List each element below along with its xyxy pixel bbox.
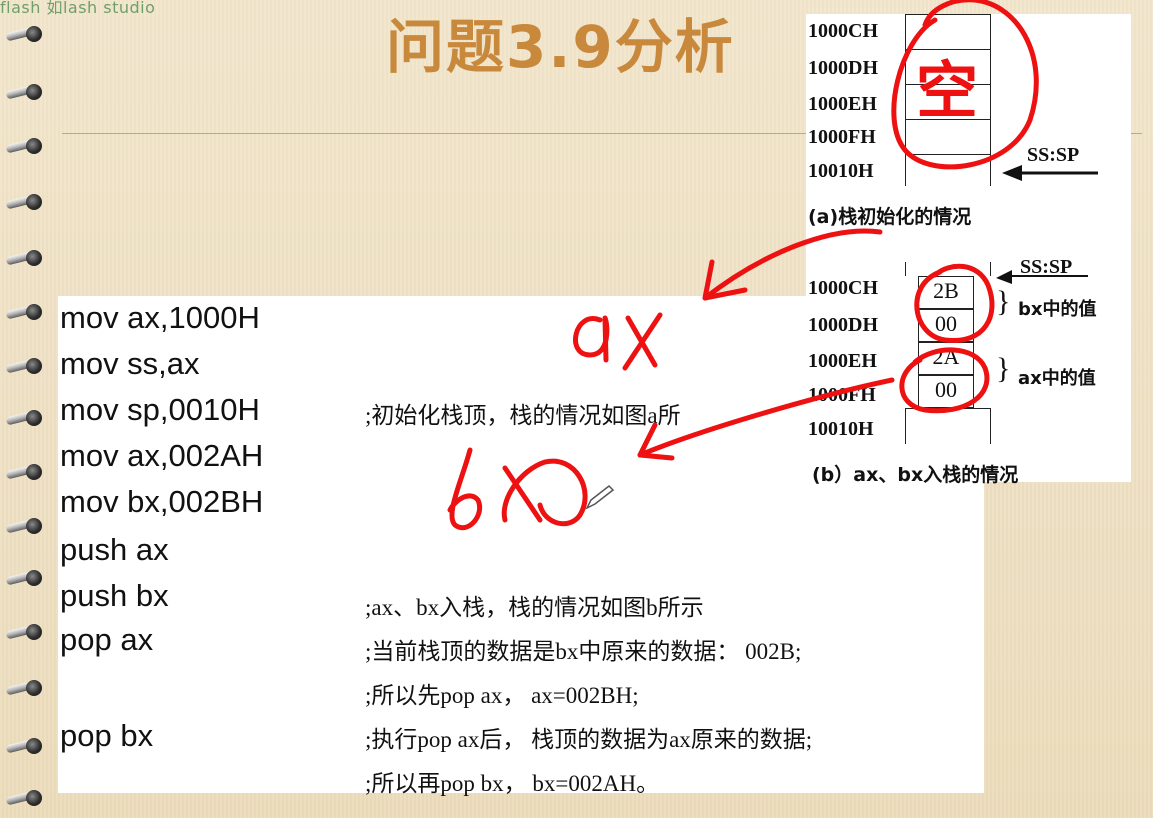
circle-annotation [899, 347, 990, 414]
arrow-annotation [637, 377, 895, 458]
arrow-annotation [702, 228, 883, 301]
handwriting-empty: 空 [916, 54, 979, 127]
pen-annotations [447, 0, 1039, 530]
handwriting-bx [447, 447, 588, 530]
circle-annotation [914, 263, 995, 344]
pen-cursor-icon [585, 485, 615, 510]
handwriting-ax [573, 312, 663, 371]
